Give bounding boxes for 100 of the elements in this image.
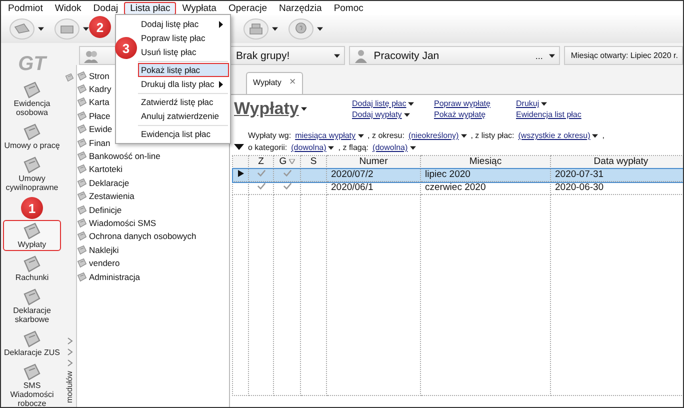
tree-item[interactable]: Finan [89,138,110,148]
page-title[interactable]: Wypłaty [234,99,352,119]
status-text: Miesiąc otwarty: Lipiec 2020 r. [564,46,683,65]
caret-icon [410,146,416,150]
filter-icon[interactable] [288,159,295,164]
menu-option[interactable]: Popraw listę płac [138,31,229,45]
table-cell: lipiec 2020 [420,168,550,182]
filter-dropdown[interactable]: (wszystkie z okresu) [518,131,598,140]
employee-combo[interactable]: Pracowity Jan ... [348,46,560,65]
column-header[interactable]: G [274,156,300,168]
tree-item[interactable]: Kartoteki [89,164,123,174]
filter-label: Wypłaty wg: [248,131,292,140]
tree-item[interactable]: Zestawienia [89,191,134,202]
card-icon [22,330,42,348]
module-button[interactable]: Umowy cywilnoprawne [3,154,61,194]
action-link[interactable]: Ewidencja list płac [516,110,582,119]
card-icon [22,123,42,141]
caret-icon [358,134,364,138]
caret-icon [317,27,323,31]
printer-icon[interactable] [243,18,269,40]
people-icon [84,48,98,62]
caret-icon [408,102,414,106]
menu-option[interactable]: Drukuj dla listy płac [138,77,229,91]
table-cell: 2020/06/1 [326,182,420,194]
tree-item[interactable]: Kadry [89,84,112,94]
filter-label: , z flagą: [338,143,369,152]
caret-icon [460,134,467,138]
menu-item[interactable]: Wypłata [176,2,222,14]
module-button[interactable]: Ewidencja osobowa [3,79,61,119]
module-button[interactable]: Wypłaty [3,220,61,251]
filter-dropdown[interactable]: miesiąca wypłaty [295,131,364,140]
filter-label: , z listy płac: [470,131,514,140]
caret-icon [272,27,278,31]
menu-item[interactable]: Widok [48,2,88,14]
tree-item[interactable]: vendero [89,258,120,268]
card-icon [22,288,42,306]
action-link[interactable]: Dodaj listę płac [352,99,414,108]
filter-label: , [602,131,605,140]
menu-option[interactable]: Dodaj listę płac [138,17,229,31]
card-icon [22,222,42,240]
module-button[interactable]: Rachunki [3,253,61,284]
tree-item[interactable]: Bankowość on-line [89,151,160,162]
card-icon [22,156,42,174]
menu-item[interactable]: Dodaj [87,2,124,14]
module-button[interactable]: Deklaracje ZUS [3,328,61,359]
caret-icon [541,102,548,106]
menu-option[interactable]: Usuń listę płac [138,45,229,59]
menu-option[interactable]: Ewidencja list płac [138,127,229,141]
table-row[interactable]: 2020/06/1 czerwiec 2020 2020-06-30 [232,182,683,194]
column-header[interactable]: S [300,156,326,168]
column-header[interactable]: Miesiąc [420,156,550,168]
action-link[interactable]: Dodaj wypłaty [352,110,410,119]
filter-dropdown[interactable]: (dowolna) [372,143,416,152]
caret-icon [300,107,307,111]
tree-item[interactable]: Karta [89,97,110,108]
tree-item[interactable]: Definicje [89,204,122,215]
menu-option[interactable]: Zatwierdź listę płac [138,95,229,109]
tree-item[interactable]: Deklaracje [89,178,130,188]
filter-dropdown[interactable]: (dowolna) [291,143,334,152]
card-icon[interactable] [54,18,80,40]
card-icon [22,363,42,381]
filter-label: , z okresu: [368,131,404,140]
action-link[interactable]: Drukuj [516,99,548,108]
tree-item[interactable]: Płace [89,110,110,121]
table-cell: 2020-07-31 [550,168,683,182]
modules-label[interactable]: modułów [65,370,74,403]
menu-item[interactable]: Lista płac [124,2,176,14]
caret-icon [38,27,44,31]
table-cell: czerwiec 2020 [420,182,550,194]
help-icon[interactable] [288,18,314,40]
module-button[interactable]: SMS Wiadomości robocze [3,361,61,407]
table-row[interactable]: 2020/07/2 lipiec 2020 2020-07-31 [232,168,683,182]
menu-item[interactable]: Narzędzia [273,2,328,14]
collapse-icon[interactable] [234,144,244,150]
close-icon[interactable]: × [289,78,296,86]
person-icon [354,48,368,62]
tree-item[interactable]: Ochrona danych osobowych [89,231,196,242]
filter-dropdown[interactable]: (nieokreślony) [408,131,467,140]
menu-item[interactable]: Pomoc [328,2,370,14]
column-header[interactable]: Data wypłaty [550,156,683,168]
tab[interactable]: Wypłaty × [246,72,303,94]
tree-item[interactable]: Ewide [89,124,112,134]
column-header[interactable]: Z [248,156,274,168]
tree-item[interactable]: Administracja [89,272,140,282]
menu-option[interactable]: Pokaż listę płac [138,63,229,77]
table-cell: 2020-06-30 [550,182,683,194]
action-link[interactable]: Popraw wypłatę [434,99,490,108]
caret-icon [83,27,89,31]
module-button[interactable]: Deklaracje skarbowe [3,286,61,326]
caret-icon [548,54,555,58]
menu-item[interactable]: Operacje [222,2,274,14]
module-button[interactable]: Umowy o pracę [3,121,61,152]
menu-option[interactable]: Anuluj zatwierdzenie [138,109,229,123]
tree-item[interactable]: Wiadomości SMS [89,218,156,228]
tree-item[interactable]: Stron [89,70,110,81]
column-header[interactable]: Numer [326,156,420,168]
menu-item[interactable]: Podmiot [2,2,49,14]
tree-item[interactable]: Naklejki [89,244,119,255]
caret-icon [404,112,410,116]
action-link[interactable]: Pokaż wypłatę [434,110,486,119]
